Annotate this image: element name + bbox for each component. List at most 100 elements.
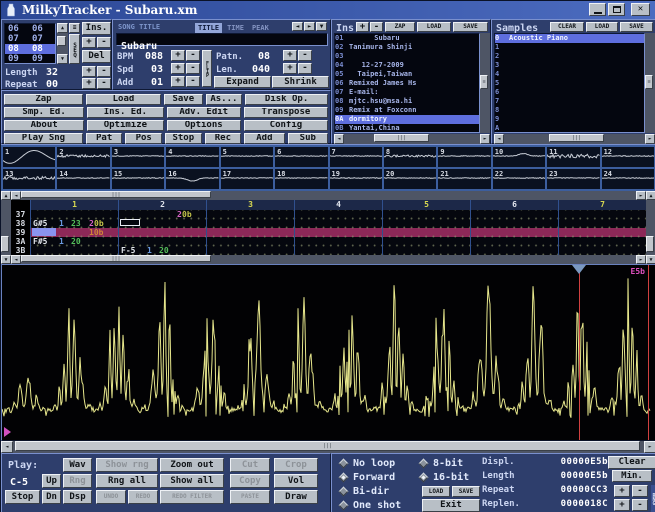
replen-minus-button[interactable]: - (632, 499, 648, 511)
menu-button-pat[interactable]: Pat (86, 133, 123, 144)
list-item[interactable]: 07E-mail: (335, 88, 479, 97)
play-wav-button[interactable]: Wav (63, 458, 92, 472)
pattern-cell[interactable] (470, 246, 558, 255)
scroll-thumb[interactable]: ||| (21, 255, 211, 262)
loop-option-no-loop[interactable]: No loop (340, 458, 395, 469)
loop-save-button[interactable]: SAVE (452, 486, 480, 497)
instrument-minus-button[interactable]: - (370, 22, 383, 32)
undo-button[interactable]: UNDO (96, 490, 126, 504)
play-dsp-button[interactable]: Dsp (63, 490, 92, 504)
scroll-right-icon[interactable]: ► (645, 134, 655, 144)
menu-button-add[interactable]: Add (244, 133, 284, 144)
sample-clear-button[interactable]: CLEAR (550, 22, 584, 32)
pattern-cell[interactable] (206, 228, 294, 237)
patn-plus-button[interactable]: + (283, 50, 297, 61)
prev-pattern-button[interactable]: - (97, 37, 111, 48)
pattern-cell[interactable] (294, 219, 382, 228)
pattern-scroll-right-icon[interactable]: ► (636, 191, 646, 200)
pattern-channel-header-1[interactable]: 1 (30, 200, 118, 210)
pattern-cell[interactable] (294, 246, 382, 255)
pattern-cell[interactable] (294, 237, 382, 246)
order-scrollbar[interactable]: ▲ ▼ (57, 23, 68, 64)
scroll-right-icon[interactable]: ► (644, 441, 655, 453)
pattern-cell[interactable] (558, 246, 646, 255)
list-item[interactable]: 0Adormitory (335, 115, 479, 124)
scope-channel-12[interactable]: 12 (602, 147, 654, 167)
range-all-button[interactable]: Rng all (96, 474, 158, 488)
insert-position-button[interactable]: Ins. (82, 22, 111, 35)
pattern-cell[interactable] (294, 210, 382, 219)
pattern-cell[interactable] (118, 237, 206, 246)
bpm-minus-button[interactable]: - (186, 50, 200, 61)
minimize-button[interactable] (589, 3, 606, 16)
menu-button-stop[interactable]: Stop (165, 133, 202, 144)
patn-minus-button[interactable]: - (298, 50, 312, 61)
scope-channel-21[interactable]: 21 (438, 169, 490, 189)
menu-button-as[interactable]: As... (206, 94, 243, 105)
loop-end-marker[interactable] (648, 265, 649, 440)
pattern-cell[interactable] (558, 210, 646, 219)
list-item[interactable]: 2 (495, 52, 644, 61)
menu-button-adv-edit[interactable]: Adv. Edit (167, 107, 241, 118)
list-item[interactable]: 4 (495, 70, 644, 79)
pattern-cell[interactable] (382, 246, 470, 255)
scope-channel-19[interactable]: 19 (330, 169, 382, 189)
volume-button[interactable]: Vol (274, 474, 318, 488)
list-item[interactable]: 04 12-27-2009 (335, 61, 479, 70)
loop-option-bi-dir[interactable]: Bi-dir (340, 486, 389, 497)
scope-channel-17[interactable]: 17 (221, 169, 273, 189)
repeat-minus-button[interactable]: - (97, 78, 111, 89)
scope-channel-20[interactable]: 20 (384, 169, 436, 189)
pattern-cell[interactable] (382, 219, 470, 228)
rng-toggle[interactable]: RNG (651, 485, 655, 512)
instrument-load-button[interactable]: LOAD (417, 22, 451, 32)
sample-waveform[interactable] (2, 265, 655, 440)
len-minus-button[interactable]: - (298, 63, 312, 74)
scope-channel-24[interactable]: 24 (602, 169, 654, 189)
pattern-scroll-up-icon[interactable]: ▲ (646, 191, 655, 200)
note-up-button[interactable]: Up (42, 474, 61, 488)
pattern-cell[interactable] (470, 219, 558, 228)
replen-plus-button[interactable]: + (614, 499, 630, 511)
scope-channel-7[interactable]: 7 (330, 147, 382, 167)
instrument-vscroll[interactable]: ≡ (480, 33, 490, 133)
stop-button[interactable]: Stop (5, 490, 40, 504)
menu-button-config[interactable]: Config (244, 120, 328, 131)
pattern-channel-header-7[interactable]: 7 (558, 200, 646, 210)
draw-button[interactable]: Draw (274, 490, 318, 504)
scroll-left-icon[interactable]: ◄ (1, 441, 13, 453)
order-list[interactable]: 0606070708080909 (4, 23, 56, 64)
pattern-cell[interactable] (118, 219, 206, 228)
bpm-plus-button[interactable]: + (171, 50, 185, 61)
pattern-cell[interactable] (558, 228, 646, 237)
order-row[interactable]: 0606 (5, 24, 55, 34)
scroll-right-icon[interactable]: ► (480, 134, 490, 144)
menu-button-save[interactable]: Save (164, 94, 203, 105)
clear-button[interactable]: Clear (608, 456, 655, 469)
exit-button[interactable]: Exit (422, 499, 480, 512)
pattern-cell[interactable]: G#512320b (30, 219, 118, 228)
loop-option-forward[interactable]: Forward (340, 472, 395, 483)
len-plus-button[interactable]: + (283, 63, 297, 74)
pattern-rows[interactable]: 3720b38G#512320b3910b3AF#51203BF-5120 (11, 210, 646, 255)
scope-channel-4[interactable]: 4 (166, 147, 218, 167)
add-plus-button[interactable]: + (171, 76, 185, 87)
scroll-left-icon[interactable]: ◄ (334, 134, 344, 144)
mini-button-2-icon[interactable]: ► (304, 22, 315, 31)
order-row[interactable]: 0909 (5, 54, 55, 64)
menu-button-smp-ed[interactable]: Smp. Ed. (4, 107, 84, 118)
mini-button-1-icon[interactable]: ◄ (292, 22, 303, 31)
scope-channel-10[interactable]: 10 (493, 147, 545, 167)
play-rng-button[interactable]: Rng (63, 474, 92, 488)
menu-button-pos[interactable]: Pos (125, 133, 162, 144)
loop-start-marker[interactable] (579, 265, 580, 440)
show-all-button[interactable]: Show all (160, 474, 224, 488)
pattern-hscroll-top[interactable]: ||| (21, 191, 636, 200)
song-title-field[interactable]: Subaru (116, 33, 328, 46)
scroll-thumb[interactable] (1, 236, 9, 252)
seq-button[interactable]: SEQ (69, 34, 80, 64)
pattern-scroll-down-icon[interactable]: ▼ (646, 255, 655, 264)
length-minus-button[interactable]: - (97, 66, 111, 77)
menu-button-ins-ed[interactable]: Ins. Ed. (87, 107, 163, 118)
menu-button-options[interactable]: Options (167, 120, 241, 131)
